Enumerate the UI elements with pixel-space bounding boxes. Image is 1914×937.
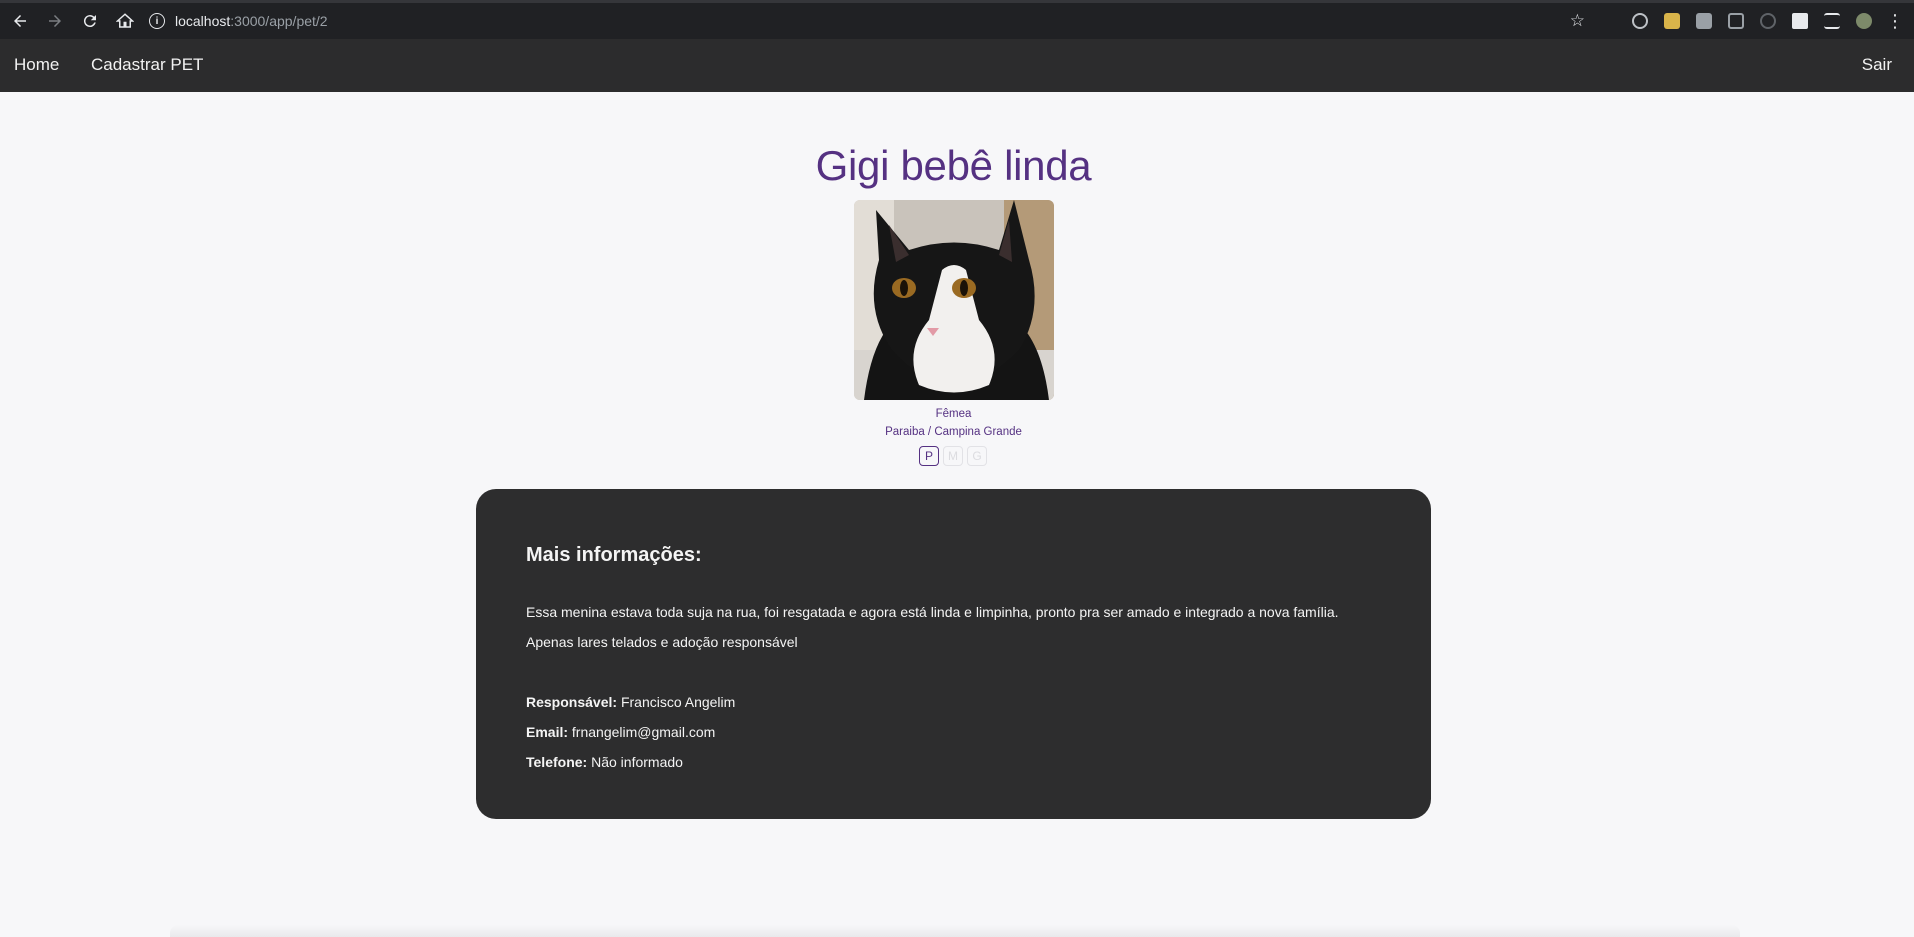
telefone-label: Telefone: xyxy=(526,754,588,770)
extension-target-icon[interactable] xyxy=(1632,13,1648,29)
nav-home-link[interactable]: Home xyxy=(14,55,59,75)
size-chip-m: M xyxy=(943,446,963,466)
address-bar[interactable]: i localhost:3000/app/pet/2 ☆ xyxy=(137,7,1601,35)
pet-description-line-1: Essa menina estava toda suja na rua, foi… xyxy=(526,604,1339,620)
url-text: localhost:3000/app/pet/2 xyxy=(175,13,328,29)
scrollbar-track[interactable] xyxy=(1908,92,1914,937)
extensions-puzzle-icon[interactable] xyxy=(1792,13,1808,29)
email-row: Email: frnangelim@gmail.com xyxy=(526,717,1381,747)
responsavel-row: Responsável: Francisco Angelim xyxy=(526,687,1381,717)
email-value: frnangelim@gmail.com xyxy=(571,724,716,740)
app-navbar: Home Cadastrar PET Sair xyxy=(0,39,1914,92)
browser-toolbar: i localhost:3000/app/pet/2 ☆ ⋮ xyxy=(0,0,1914,39)
extensions-tray: ⋮ xyxy=(1624,3,1914,39)
media-queue-icon[interactable] xyxy=(1824,13,1840,29)
size-chip-g: G xyxy=(967,446,987,466)
pet-name-title: Gigi bebê linda xyxy=(815,142,1092,189)
reload-icon[interactable] xyxy=(74,5,106,37)
pet-photo xyxy=(854,200,1054,400)
star-icon[interactable]: ☆ xyxy=(1570,11,1585,31)
extension-badge-icon[interactable] xyxy=(1664,13,1680,29)
extension-moon-icon[interactable] xyxy=(1760,13,1776,29)
telefone-value: Não informado xyxy=(591,754,683,770)
pet-location: Paraiba / Campina Grande xyxy=(885,426,1022,438)
more-info-card: Mais informações: Essa menina estava tod… xyxy=(476,489,1431,819)
size-chip-p: P xyxy=(919,446,939,466)
contact-details: Responsável: Francisco Angelim Email: fr… xyxy=(526,687,1381,777)
pet-sex: Fêmea xyxy=(935,408,972,420)
nav-logout-link[interactable]: Sair xyxy=(1862,55,1892,75)
nav-register-pet-link[interactable]: Cadastrar PET xyxy=(91,55,203,75)
pet-size-selector: P M G xyxy=(919,446,987,466)
forward-icon[interactable] xyxy=(39,5,71,37)
info-icon[interactable]: i xyxy=(149,13,165,29)
back-icon[interactable] xyxy=(4,5,36,37)
responsavel-label: Responsável: xyxy=(526,694,618,710)
footer-shadow xyxy=(170,925,1740,937)
menu-icon[interactable]: ⋮ xyxy=(1886,12,1904,30)
extension-code-icon[interactable] xyxy=(1728,13,1744,29)
extension-chat-icon[interactable] xyxy=(1696,13,1712,29)
email-label: Email: xyxy=(526,724,569,740)
responsavel-value: Francisco Angelim xyxy=(620,694,736,710)
profile-avatar-icon[interactable] xyxy=(1856,13,1872,29)
telefone-row: Telefone: Não informado xyxy=(526,747,1381,777)
more-info-heading: Mais informações: xyxy=(526,544,702,566)
pet-description-line-2: Apenas lares telados e adoção responsáve… xyxy=(526,634,798,650)
